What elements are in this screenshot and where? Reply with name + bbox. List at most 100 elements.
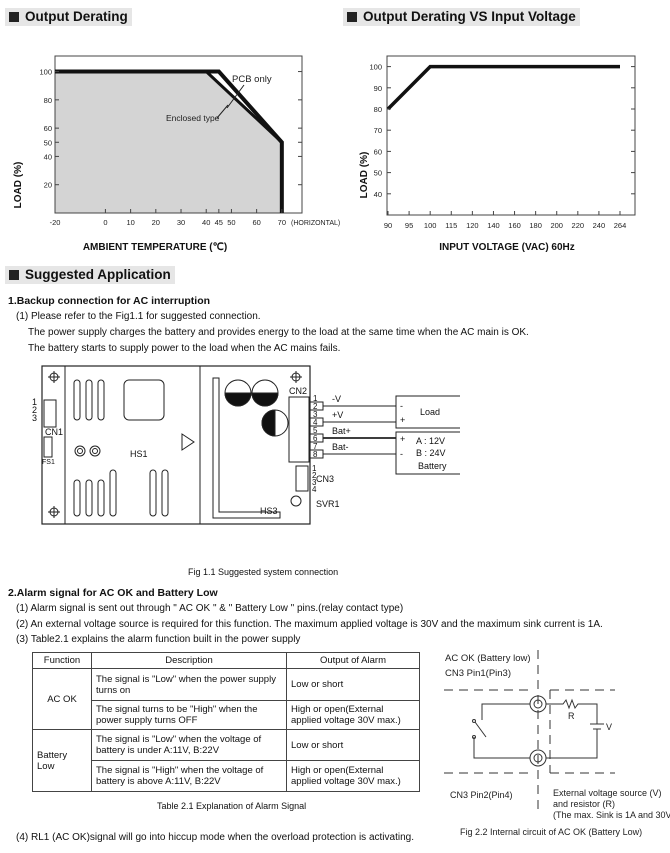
x-axis-label: INPUT VOLTAGE (VAC) 60Hz xyxy=(439,242,575,253)
table-row: AC OK The signal is "Low" when the power… xyxy=(32,668,420,730)
x-tick-label: 50 xyxy=(227,218,235,227)
y-tick-label: 20 xyxy=(44,181,52,190)
table-header: Output of Alarm xyxy=(286,652,420,669)
battery-a-label: A : 12V xyxy=(416,436,445,446)
circuit-subtitle: CN3 Pin1(Pin3) xyxy=(445,668,511,679)
voltage-label: V xyxy=(606,722,612,732)
x-tick-label: 220 xyxy=(572,221,585,230)
table-header-row: Function Description Output of Alarm xyxy=(32,652,420,669)
y-tick-label: 60 xyxy=(44,124,52,133)
table-row: The signal turns to be "High" when the p… xyxy=(33,700,420,730)
x-tick-label: 0 xyxy=(103,218,107,227)
circuit-title: AC OK (Battery low) xyxy=(445,653,531,664)
load-label: Load xyxy=(420,407,440,417)
series-line xyxy=(386,64,620,111)
table-cell: High or open(External applied voltage 30… xyxy=(286,760,420,792)
battery-label: Battery xyxy=(418,461,447,471)
cn2-label: CN2 xyxy=(289,386,307,396)
ext-source-label: External voltage source (V) xyxy=(553,788,662,798)
x-tick-label: 90 xyxy=(384,221,392,230)
x-axis-label: AMBIENT TEMPERATURE (℃) xyxy=(83,242,227,253)
load-minus: - xyxy=(400,401,403,411)
y-tick-label: 50 xyxy=(44,138,52,147)
legend-label-pcb-only: PCB only xyxy=(232,74,272,85)
hs1-label: HS1 xyxy=(130,449,148,459)
y-tick-label: 80 xyxy=(44,96,52,105)
section-title: Output Derating xyxy=(25,9,128,24)
y-axis-label: LOAD (%) xyxy=(13,162,24,209)
plot-frame xyxy=(386,55,636,216)
section-title: Output Derating VS Input Voltage xyxy=(363,9,576,24)
capacitor-icon xyxy=(224,379,289,437)
alarm-signal-table: Function Description Output of Alarm AC … xyxy=(32,652,420,792)
pin-label: 3 xyxy=(32,413,37,423)
x-tick-label: 140 xyxy=(487,221,500,230)
table-cell: The signal turns to be "High" when the p… xyxy=(91,700,287,730)
x-tick-label: 45 xyxy=(215,218,223,227)
psu-board-outline xyxy=(41,365,311,525)
alarm-note-4: (4) RL1 (AC OK)signal will go into hiccu… xyxy=(16,832,414,843)
svr1-potentiometer xyxy=(290,495,302,507)
table-cell: Low or short xyxy=(286,729,420,761)
table-row: Battery Low The signal is "Low" when the… xyxy=(32,729,420,792)
hs3-label: HS3 xyxy=(260,506,278,516)
battery-b-label: B : 24V xyxy=(416,448,446,458)
table-header: Description xyxy=(91,652,287,669)
alarm-title: 2.Alarm signal for AC OK and Battery Low xyxy=(8,587,218,599)
x-tick-label: 70 xyxy=(278,218,286,227)
load-plus: + xyxy=(400,415,405,425)
ac-ok-internal-circuit: AC OK (Battery low) CN3 Pin1(Pin3) R V C… xyxy=(444,650,670,837)
ext-source-label: and resistor (R) xyxy=(553,799,615,809)
suggested-connection-diagram: 1 2 3 CN1 FS1 HS1 HS3 CN2 CN3 SVR1 1 2 3… xyxy=(32,365,460,525)
x-tick-label: 115 xyxy=(445,221,457,230)
square-bullet-icon xyxy=(347,12,357,22)
x-tick-label: -20 xyxy=(50,218,61,227)
mount-hole-icon xyxy=(290,371,302,383)
x-tick-label: 60 xyxy=(252,218,260,227)
x-tick-label: 20 xyxy=(152,218,160,227)
y-axis-label: LOAD (%) xyxy=(359,152,370,199)
table-cell: The signal is "High" when the voltage of… xyxy=(91,760,287,792)
pin2-label: CN3 Pin2(Pin4) xyxy=(450,790,513,800)
x-tick-label: 240 xyxy=(593,221,606,230)
y-tick-label: 100 xyxy=(39,68,52,77)
wire-label: Bat- xyxy=(332,442,349,452)
x-tick-label: 120 xyxy=(466,221,479,230)
wire-label: -V xyxy=(332,394,341,404)
resistor-label: R xyxy=(568,711,575,721)
derating-vs-input-chart: 90 95 100 115 120 140 160 180 200 220 240 264 40 50 60… xyxy=(359,55,636,253)
y-tick-label: 100 xyxy=(369,63,382,72)
alarm-line: (2) An external voltage source is requir… xyxy=(16,619,603,630)
table-cell: The signal is "Low" when the power suppl… xyxy=(91,668,287,701)
x-tick-label: 180 xyxy=(529,221,542,230)
x-tick-label: 100 xyxy=(424,221,437,230)
fs1-label: FS1 xyxy=(42,459,55,466)
derating-area-fill xyxy=(55,71,282,213)
table-cell: Low or short xyxy=(286,668,420,701)
table-row: The signal is "High" when the voltage of… xyxy=(33,760,420,792)
switch-icon xyxy=(474,721,487,738)
section-header-derating-vs-input: Output Derating VS Input Voltage xyxy=(343,8,580,26)
heatsink-slots xyxy=(73,379,195,517)
mount-hole-icon xyxy=(48,506,60,518)
wire xyxy=(546,729,598,759)
wire xyxy=(481,703,530,720)
ext-source-label: (The max. Sink is 1A and 30V) xyxy=(553,810,670,820)
y-tick-label: 40 xyxy=(44,152,52,161)
y-tick-label: 90 xyxy=(374,84,382,93)
fig-2-2-caption: Fig 2.2 Internal circuit of AC OK (Batte… xyxy=(460,827,642,837)
backup-line: The battery starts to supply power to th… xyxy=(28,343,341,354)
section-header-suggested-application: Suggested Application xyxy=(5,266,175,284)
cn1-connector xyxy=(43,399,57,428)
wire-label: Bat+ xyxy=(332,426,351,436)
x-tick-label: 200 xyxy=(550,221,563,230)
table-cell-function: AC OK xyxy=(32,668,92,730)
output-derating-chart: -20 0 10 20 30 40 45 50 60 70 (HORIZONTAL) 20 40 50 60… xyxy=(13,55,340,253)
y-tick-label: 80 xyxy=(374,105,382,114)
x-tick-label: 264 xyxy=(614,221,627,230)
pin-label: 8 xyxy=(313,450,318,459)
svr1-label: SVR1 xyxy=(316,499,340,509)
y-tick-label: 50 xyxy=(374,169,382,178)
y-tick-label: 70 xyxy=(374,126,382,135)
pin-label: 4 xyxy=(312,485,317,494)
